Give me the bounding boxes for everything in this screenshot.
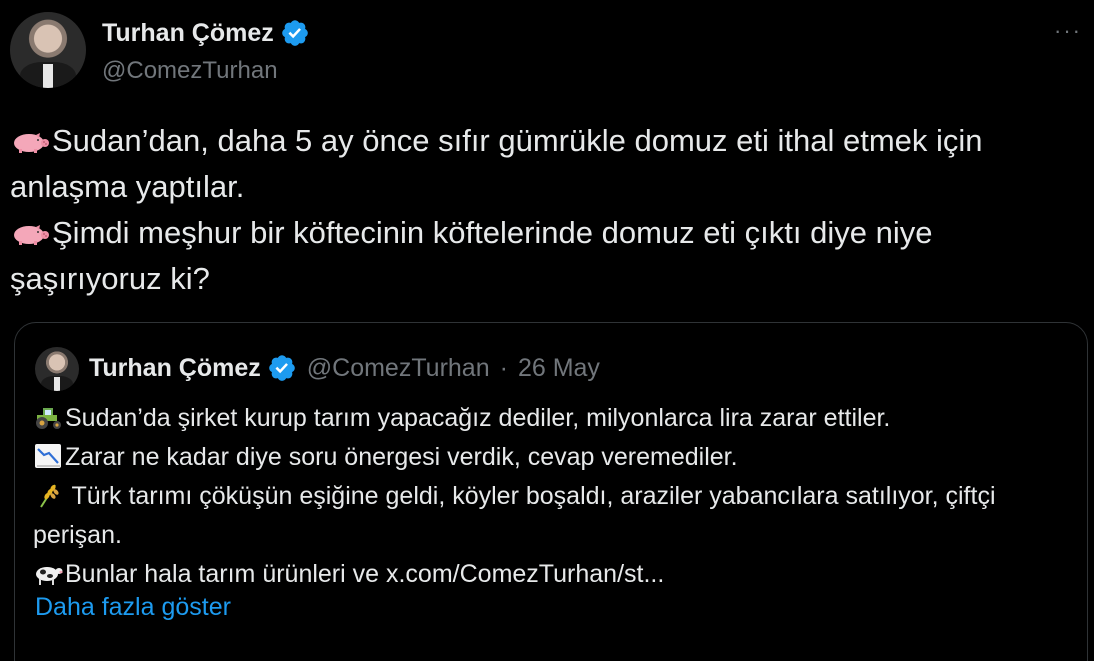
quoted-tweet-date[interactable]: 26 May bbox=[518, 354, 600, 383]
quoted-tweet[interactable]: Turhan Çömez @ComezTurhan · 26 May Sudan… bbox=[14, 322, 1088, 661]
tractor-icon bbox=[36, 408, 61, 429]
pig-icon bbox=[14, 225, 49, 245]
quoted-line: Sudan’da şirket kurup tarım yapacağız de… bbox=[33, 399, 1073, 438]
verified-badge-icon[interactable] bbox=[267, 353, 297, 383]
quoted-tweet-header: Turhan Çömez @ComezTurhan · 26 May bbox=[89, 353, 600, 383]
quoted-line-text: Sudan’da şirket kurup tarım yapacağız de… bbox=[65, 404, 891, 432]
quoted-author-handle[interactable]: @ComezTurhan bbox=[307, 354, 490, 383]
show-more-link[interactable]: Daha fazla göster bbox=[35, 593, 231, 622]
tweet-text: Sudan’dan, daha 5 ay önce sıfır gümrükle… bbox=[10, 118, 1080, 302]
quoted-author-avatar[interactable] bbox=[35, 347, 79, 391]
tweet-line-2: Şimdi meşhur bir köftecinin köftelerinde… bbox=[10, 215, 933, 296]
author-handle[interactable]: @ComezTurhan bbox=[102, 57, 278, 85]
meta-separator: · bbox=[499, 353, 508, 382]
quoted-line: Türk tarımı çöküşün eşiğine geldi, köyle… bbox=[33, 477, 1073, 555]
quoted-line: Bunlar hala tarım ürünleri ve x.com/Come… bbox=[33, 555, 1073, 594]
tweet-line-1: Sudan’dan, daha 5 ay önce sıfır gümrükle… bbox=[10, 123, 983, 204]
cow-icon bbox=[36, 567, 63, 585]
quoted-line-text: Türk tarımı çöküşün eşiğine geldi, köyle… bbox=[33, 482, 996, 549]
quoted-line-text: Zarar ne kadar diye soru önergesi verdik… bbox=[65, 443, 738, 471]
verified-badge-icon[interactable] bbox=[280, 18, 310, 48]
quoted-author-name[interactable]: Turhan Çömez bbox=[89, 354, 261, 383]
quoted-tweet-text: Sudan’da şirket kurup tarım yapacağız de… bbox=[33, 399, 1073, 594]
tweet: Turhan Çömez @ComezTurhan ··· Sudan’dan,… bbox=[0, 0, 1094, 661]
quoted-line-text: Bunlar hala tarım ürünleri ve x.com/Come… bbox=[65, 560, 665, 588]
more-options-icon[interactable]: ··· bbox=[1054, 18, 1082, 44]
wheat-icon bbox=[40, 484, 59, 508]
quoted-line: Zarar ne kadar diye soru önergesi verdik… bbox=[33, 438, 1073, 477]
pig-icon bbox=[14, 133, 49, 153]
author-avatar[interactable] bbox=[10, 12, 86, 88]
chart-decreasing-icon bbox=[35, 444, 61, 468]
author-name[interactable]: Turhan Çömez bbox=[102, 19, 274, 48]
author-name-row: Turhan Çömez bbox=[102, 18, 310, 48]
